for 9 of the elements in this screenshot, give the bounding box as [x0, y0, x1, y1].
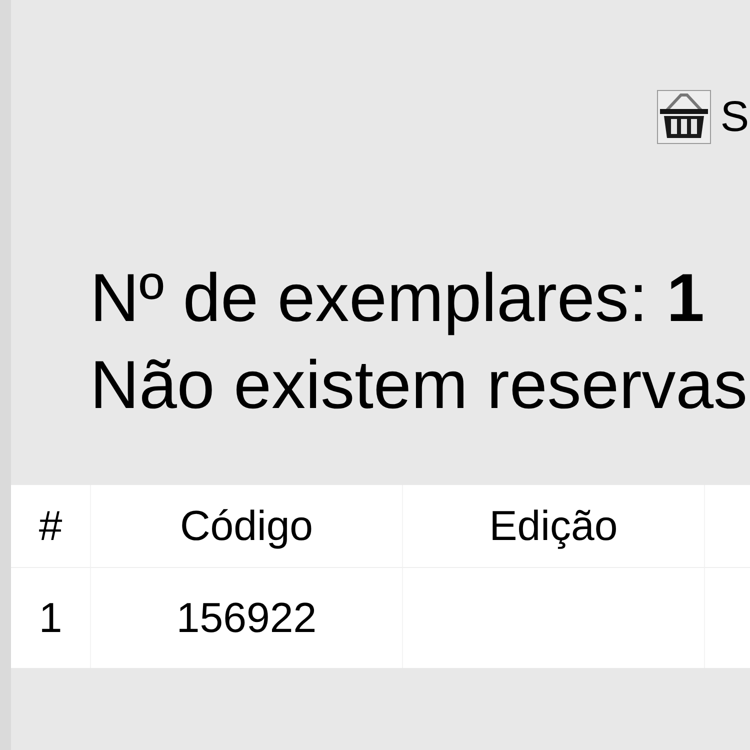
column-header: # [38, 502, 62, 550]
reservations-text: Não existem reservas [90, 346, 748, 425]
copies-count-text: Nº de exemplares: 1 [90, 259, 704, 338]
basket-icon [657, 90, 712, 144]
column-header: Edição [489, 502, 618, 550]
table-cell: 156922 [176, 594, 317, 642]
column-header: Código [180, 502, 314, 550]
cart-link[interactable]: S [720, 90, 749, 144]
table-cell: 1 [38, 594, 62, 642]
